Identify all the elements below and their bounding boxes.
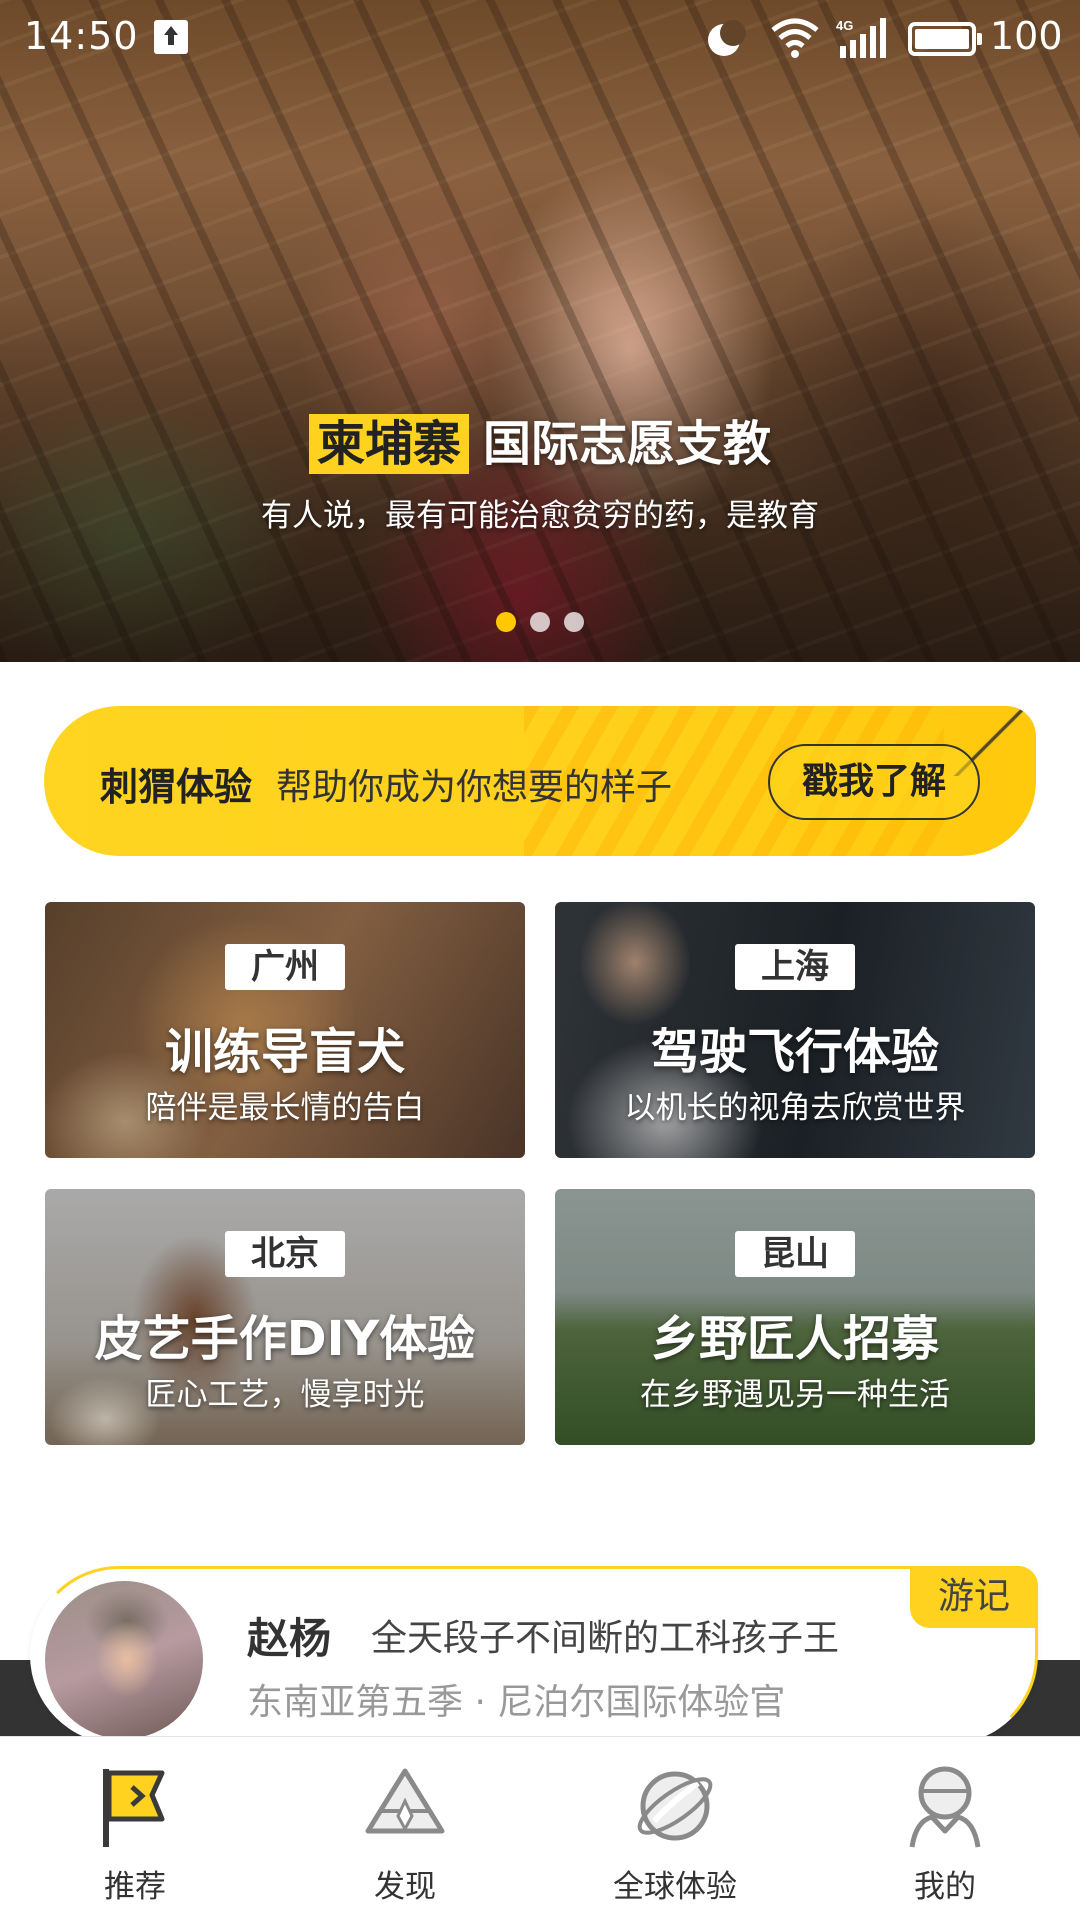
author-name: 赵杨 bbox=[247, 1614, 332, 1663]
avatar[interactable] bbox=[45, 1581, 203, 1739]
card-title: 皮艺手作DIY体验 bbox=[94, 1311, 476, 1367]
profile-icon bbox=[909, 1766, 981, 1848]
hero-tag: 柬埔寨 bbox=[308, 414, 469, 474]
planet-icon bbox=[637, 1771, 713, 1841]
card-city: 广州 bbox=[225, 944, 345, 990]
author-bio: 全天段子不间断的工科孩子王 bbox=[371, 1618, 840, 1659]
svg-text:4G: 4G bbox=[836, 18, 853, 33]
card-subtitle: 以机长的视角去欣赏世界 bbox=[624, 1090, 966, 1126]
promo-brand: 刺猬体验 bbox=[100, 765, 253, 809]
hero-image-shade bbox=[0, 302, 1080, 662]
card-title: 乡野匠人招募 bbox=[650, 1311, 939, 1367]
nav-label: 发现 bbox=[374, 1869, 436, 1905]
learn-more-button[interactable]: 戳我了解 bbox=[768, 744, 980, 820]
hero-title-text: 国际志愿支教 bbox=[483, 416, 772, 472]
card-city: 昆山 bbox=[735, 1231, 855, 1277]
promo-banner[interactable]: 刺猬体验 帮助你成为你想要的样子 戳我了解 bbox=[44, 706, 1036, 856]
nav-label: 推荐 bbox=[104, 1869, 166, 1905]
status-time: 14:50 bbox=[24, 14, 139, 58]
carousel-indicator bbox=[0, 612, 1080, 632]
experience-card-flight[interactable]: 上海 驾驶飞行体验 以机长的视角去欣赏世界 bbox=[555, 902, 1035, 1158]
nav-label: 全球体验 bbox=[613, 1869, 737, 1905]
nav-mine[interactable]: 我的 bbox=[810, 1737, 1080, 1920]
travel-story-card[interactable]: 赵杨 全天段子不间断的工科孩子王 东南亚第五季 · 尼泊尔国际体验官 游记 bbox=[30, 1566, 1038, 1744]
card-subtitle: 匠心工艺，慢享时光 bbox=[145, 1377, 425, 1413]
hero-title: 柬埔寨 国际志愿支教 bbox=[0, 404, 1080, 474]
experience-card-leather-diy[interactable]: 北京 皮艺手作DIY体验 匠心工艺，慢享时光 bbox=[45, 1189, 525, 1445]
travelogue-badge: 游记 bbox=[910, 1566, 1038, 1628]
carousel-dot-2[interactable] bbox=[530, 612, 550, 632]
card-subtitle: 陪伴是最长情的告白 bbox=[145, 1090, 425, 1126]
upload-icon bbox=[154, 20, 188, 54]
discover-icon bbox=[365, 1768, 445, 1834]
card-city: 北京 bbox=[225, 1231, 345, 1277]
nav-recommend[interactable]: 推荐 bbox=[0, 1737, 270, 1920]
nav-discover[interactable]: 发现 bbox=[270, 1737, 540, 1920]
signal-4g-icon: 4G bbox=[836, 18, 886, 58]
carousel-dot-3[interactable] bbox=[564, 612, 584, 632]
experience-card-guide-dog[interactable]: 广州 训练导盲犬 陪伴是最长情的告白 bbox=[45, 902, 525, 1158]
nav-label: 我的 bbox=[914, 1869, 976, 1905]
promo-slogan: 帮助你成为你想要的样子 bbox=[276, 767, 673, 808]
moon-icon bbox=[708, 20, 746, 56]
status-bar: 14:50 4G 100 bbox=[0, 0, 1080, 76]
card-title: 驾驶飞行体验 bbox=[650, 1024, 939, 1080]
card-title: 训练导盲犬 bbox=[164, 1024, 405, 1080]
card-subtitle: 在乡野遇见另一种生活 bbox=[640, 1377, 950, 1413]
experience-card-rural-craftsman[interactable]: 昆山 乡野匠人招募 在乡野遇见另一种生活 bbox=[555, 1189, 1035, 1445]
hero-banner[interactable]: 14:50 4G 100 柬埔寨 国际志愿支教 有人说，最有可能治愈贫穷的药，是教… bbox=[0, 0, 1080, 662]
carousel-dot-1[interactable] bbox=[496, 612, 516, 632]
card-city: 上海 bbox=[735, 944, 855, 990]
bottom-navigation: 推荐 发现 全球体验 我的 bbox=[0, 1736, 1080, 1920]
flag-icon bbox=[103, 1769, 165, 1847]
hero-subtitle: 有人说，最有可能治愈贫穷的药，是教育 bbox=[261, 498, 819, 534]
nav-global-experience[interactable]: 全球体验 bbox=[540, 1737, 810, 1920]
battery-level: 100 bbox=[990, 14, 1063, 58]
battery-icon bbox=[908, 22, 982, 56]
wifi-icon bbox=[771, 18, 819, 58]
story-meta: 东南亚第五季 · 尼泊尔国际体验官 bbox=[247, 1682, 786, 1723]
